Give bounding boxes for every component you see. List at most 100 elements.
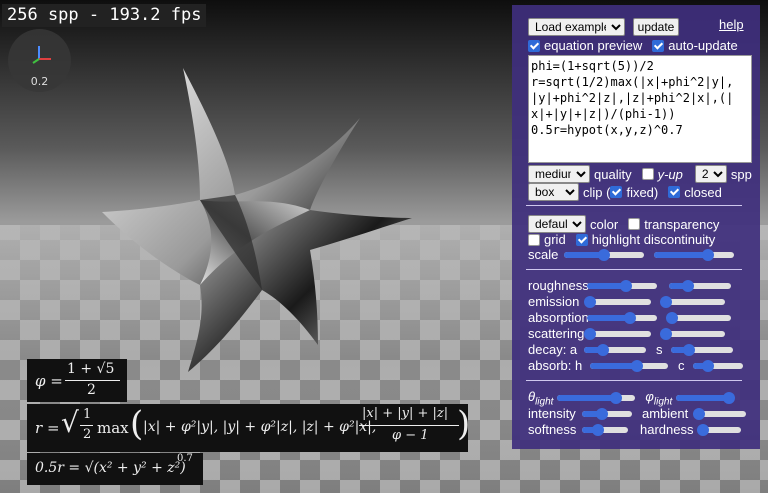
eq2-last-bar: [359, 425, 459, 426]
slider-thumb[interactable]: [619, 279, 632, 292]
softness-slider[interactable]: [582, 423, 628, 436]
highlight-discontinuity-label: highlight discontinuity: [591, 232, 716, 247]
scattering-slider-1[interactable]: [584, 327, 651, 340]
eq2-last-num: |x| + |y| + |z|: [362, 406, 449, 421]
eq1-numerator: 1 + √5: [67, 361, 115, 377]
phi-light-slider[interactable]: [676, 392, 735, 405]
equation-preview-checkbox[interactable]: [528, 39, 540, 52]
absorb-c-label: c: [678, 358, 685, 373]
theta-symbol: θ: [528, 389, 536, 404]
hardness-slider[interactable]: [697, 423, 742, 436]
equation-input[interactable]: [528, 55, 752, 163]
color-select[interactable]: default: [528, 215, 586, 233]
intensity-slider[interactable]: [582, 407, 632, 420]
y-up-checkbox[interactable]: [641, 168, 654, 180]
emission-label: emission: [528, 294, 580, 309]
ambient-slider[interactable]: [692, 407, 747, 420]
slider-thumb[interactable]: [666, 311, 679, 324]
slider-thumb[interactable]: [681, 279, 694, 292]
decay-s-label: s: [656, 342, 663, 357]
absorb-h-label: absorb: h: [528, 358, 583, 373]
decay-a-slider[interactable]: [584, 343, 646, 356]
eq2-max: max: [97, 419, 129, 437]
quality-label: quality: [594, 166, 632, 182]
decay-s-slider[interactable]: [670, 343, 733, 356]
absorption-slider-1[interactable]: [587, 311, 657, 324]
spp-select[interactable]: 2*: [694, 165, 727, 183]
formula-eq1: φ = 1 + √5 2: [27, 359, 127, 402]
theta-light-slider[interactable]: [557, 392, 636, 405]
slider-thumb[interactable]: [596, 407, 608, 420]
slider-thumb[interactable]: [584, 327, 597, 340]
eq2-close-paren: ): [457, 404, 471, 444]
slider-thumb[interactable]: [697, 423, 710, 436]
fixed-label: fixed): [626, 184, 659, 200]
divider: [526, 205, 742, 206]
help-link[interactable]: help: [719, 17, 744, 32]
slider-fill: [676, 395, 729, 402]
ambient-label: ambient: [642, 406, 689, 421]
auto-update-checkbox[interactable]: [652, 39, 665, 52]
roughness-slider-2[interactable]: [669, 279, 731, 292]
eq2-frac-den: 2: [83, 427, 92, 442]
slider-thumb[interactable]: [609, 392, 622, 405]
intensity-label: intensity: [528, 406, 576, 421]
axis-gizmo[interactable]: 0.2: [8, 29, 71, 92]
eq2-sqrt: √: [61, 406, 79, 439]
scale-slider-2[interactable]: [654, 248, 734, 261]
slider-thumb[interactable]: [683, 343, 696, 356]
roughness-slider-1[interactable]: [587, 279, 657, 292]
slider-thumb[interactable]: [592, 423, 605, 436]
color-label: color: [590, 216, 619, 232]
clip-label: clip (: [583, 184, 611, 200]
scale-label: scale: [528, 247, 559, 262]
absorb-h-slider[interactable]: [590, 359, 668, 372]
quality-select[interactable]: medium: [528, 165, 590, 183]
eq1-denominator: 2: [87, 382, 96, 398]
update-button[interactable]: update: [633, 18, 679, 36]
absorption-slider-2[interactable]: [666, 311, 731, 324]
auto-update-label: auto-update: [668, 38, 738, 53]
eq2-open-paren: (: [130, 404, 144, 444]
eq2-args: |x| + φ²|y|, |y| + φ²|z|, |z| + φ²|x|,: [143, 419, 377, 435]
highlight-discontinuity-checkbox[interactable]: [575, 233, 588, 246]
divider: [526, 269, 742, 270]
slider-thumb[interactable]: [722, 392, 735, 405]
spp-label: spp: [730, 166, 752, 182]
grid-checkbox[interactable]: [528, 233, 540, 246]
slider-thumb[interactable]: [584, 295, 597, 308]
example-select[interactable]: Load example...: [528, 18, 625, 36]
eq2-lhs: r =: [35, 419, 60, 437]
theta-light-label: θlight: [528, 389, 553, 408]
render-stats: 256 spp - 193.2 fps: [2, 4, 207, 27]
scale-slider-1[interactable]: [564, 248, 644, 261]
slider-thumb[interactable]: [596, 343, 609, 356]
absorb-c-slider[interactable]: [692, 359, 743, 372]
scattering-label: scattering: [528, 326, 585, 341]
emission-slider-2[interactable]: [660, 295, 725, 308]
fixed-checkbox[interactable]: [610, 186, 623, 198]
slider-thumb[interactable]: [624, 311, 637, 324]
slider-thumb[interactable]: [598, 248, 610, 261]
emission-slider-1[interactable]: [584, 295, 651, 308]
y-up-label: y-up: [657, 166, 683, 182]
transparency-checkbox[interactable]: [628, 218, 641, 230]
slider-thumb[interactable]: [692, 407, 705, 420]
equation-preview-label: equation preview: [544, 38, 643, 53]
closed-label: closed: [684, 184, 722, 200]
roughness-label: roughness: [528, 278, 589, 293]
control-panel: Load example... update help equation pre…: [512, 5, 760, 449]
slider-thumb[interactable]: [660, 295, 673, 308]
slider-thumb[interactable]: [702, 248, 715, 261]
closed-checkbox[interactable]: [668, 186, 681, 198]
slider-fill: [557, 395, 616, 402]
gizmo-value: 0.2: [30, 75, 49, 88]
slider-thumb[interactable]: [630, 359, 643, 372]
slider-thumb[interactable]: [660, 327, 673, 340]
eq2-last-den: φ − 1: [392, 428, 429, 443]
clip-select[interactable]: box: [528, 183, 579, 201]
scattering-slider-2[interactable]: [660, 327, 725, 340]
eq3-body: 0.5r = √(x² + y² + z²): [35, 460, 186, 476]
slider-thumb[interactable]: [701, 359, 714, 372]
divider: [526, 380, 742, 381]
